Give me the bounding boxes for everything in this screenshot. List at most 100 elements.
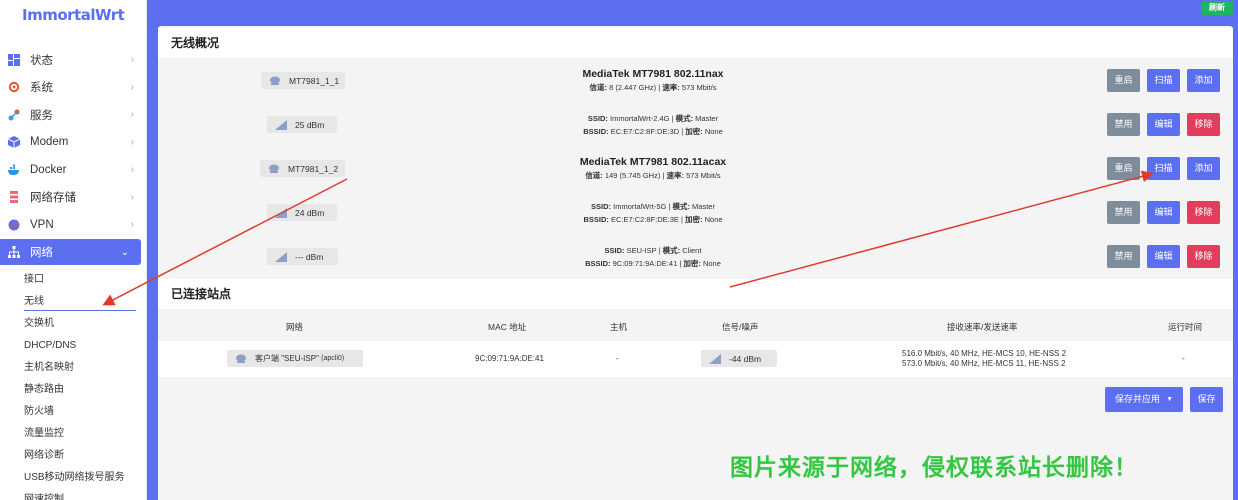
network-submenu: 接口 无线 交换机 DHCP/DNS 主机名映射 静态路由 防火墙 流量监控 网… — [0, 265, 146, 500]
disable-button[interactable]: 禁用 — [1107, 201, 1140, 224]
services-icon — [8, 109, 20, 121]
globe-icon — [8, 219, 20, 231]
chevron-right-icon: › — [130, 219, 134, 230]
column-header-network: 网络 — [286, 322, 304, 332]
interface-row: 24 dBm SSID: ImmortalWrt-5G | 模式: Master… — [158, 190, 1233, 234]
sidebar-item-label: Docker — [30, 163, 67, 176]
save-apply-button[interactable]: 保存并应用 ▼ — [1105, 387, 1183, 412]
sidebar-item-modem[interactable]: Modem › — [0, 129, 146, 157]
radio-row: MT7981_1_1 MediaTek MT7981 802.11nax 信道:… — [158, 58, 1233, 102]
column-header-mac: MAC 地址 — [488, 322, 527, 332]
column-header-rate: 接收速率/发送速率 — [947, 322, 1018, 332]
chevron-right-icon: › — [130, 109, 134, 120]
sidebar-item-label: VPN — [30, 218, 54, 231]
disable-button[interactable]: 禁用 — [1107, 113, 1140, 136]
add-button[interactable]: 添加 — [1187, 157, 1220, 180]
signal-badge: -44 dBm — [701, 350, 777, 367]
submenu-item-hostnames[interactable]: 主机名映射 — [0, 357, 146, 379]
main-panel: 无线概况 MT7981_1_1 MediaTek MT7981 802.11na… — [158, 26, 1233, 500]
submenu-item-diagnostics[interactable]: 网络诊断 — [0, 445, 146, 467]
storage-icon — [10, 191, 18, 204]
radio-badge: MT7981_1_1 — [261, 72, 345, 89]
radio-info: MediaTek MT7981 802.11nax 信道: 8 (2.447 G… — [488, 68, 818, 94]
chevron-right-icon: › — [130, 54, 134, 65]
network-icon — [8, 245, 20, 258]
radio-device-name: MediaTek MT7981 802.11nax — [582, 68, 724, 80]
chevron-down-icon: ⌄ — [120, 246, 129, 258]
submenu-item-firewall[interactable]: 防火墙 — [0, 401, 146, 423]
restart-button[interactable]: 重启 — [1107, 157, 1140, 180]
save-button[interactable]: 保存 — [1190, 387, 1223, 412]
column-header-host: 主机 — [610, 322, 628, 332]
column-header-uptime: 运行时间 — [1168, 322, 1203, 332]
signal-value: --- dBm — [295, 251, 324, 262]
scan-button[interactable]: 扫描 — [1147, 69, 1180, 92]
radio-name: MT7981_1_2 — [288, 163, 339, 174]
signal-icon — [275, 207, 287, 218]
station-uptime: - — [1182, 354, 1185, 363]
station-host: - — [616, 354, 619, 363]
sidebar-item-label: 状态 — [30, 54, 53, 67]
edit-button[interactable]: 编辑 — [1147, 113, 1180, 136]
chevron-right-icon: › — [130, 81, 134, 93]
caret-down-icon[interactable]: ▼ — [1166, 387, 1173, 412]
interface-row: 25 dBm SSID: ImmortalWrt-2.4G | 模式: Mast… — [158, 102, 1233, 146]
signal-icon — [275, 251, 287, 262]
submenu-item-switch[interactable]: 交换机 — [0, 313, 146, 335]
chevron-right-icon: › — [130, 136, 134, 148]
interface-info: SSID: ImmortalWrt-5G | 模式: Master BSSID:… — [583, 202, 723, 224]
submenu-item-wireless[interactable]: 无线 — [0, 291, 146, 313]
radio-row: MT7981_1_2 MediaTek MT7981 802.11acax 信道… — [158, 146, 1233, 190]
edit-button[interactable]: 编辑 — [1147, 201, 1180, 224]
remove-button[interactable]: 移除 — [1187, 201, 1220, 224]
disable-button[interactable]: 禁用 — [1107, 245, 1140, 268]
remove-button[interactable]: 移除 — [1187, 245, 1220, 268]
radio-info: MediaTek MT7981 802.11acax 信道: 149 (5.74… — [488, 156, 818, 182]
submenu-item-interfaces[interactable]: 接口 — [0, 269, 146, 291]
remove-button[interactable]: 移除 — [1187, 113, 1220, 136]
connected-stations-title: 已连接站点 — [158, 279, 1233, 309]
submenu-item-traffic-monitor[interactable]: 流量监控 — [0, 423, 146, 445]
sidebar-item-services[interactable]: 服务 › — [0, 101, 146, 129]
stations-table-header: 网络 MAC 地址 主机 信号/噪声 接收速率/发送速率 运行时间 — [158, 311, 1233, 341]
watermark: 图片来源于网络，侵权联系站长删除！ — [730, 455, 1138, 481]
ssid-value: ImmortalWrt-5G — [613, 202, 667, 211]
submenu-item-usb-modem[interactable]: USB移动网络拨号服务 — [0, 467, 146, 489]
sidebar-item-system[interactable]: 系统 › — [0, 74, 146, 102]
signal-badge: 25 dBm — [267, 116, 337, 133]
wireless-overview-title: 无线概况 — [158, 28, 1233, 58]
submenu-item-static-routes[interactable]: 静态路由 — [0, 379, 146, 401]
chevron-right-icon: › — [130, 191, 134, 203]
interface-info: SSID: SEU-ISP | 模式: Client BSSID: 9C:09:… — [585, 246, 721, 268]
radio-device-name: MediaTek MT7981 802.11acax — [579, 156, 727, 168]
refresh-button[interactable]: 刷新 — [1201, 1, 1233, 15]
sidebar-item-network[interactable]: 网络 ⌄ — [0, 238, 141, 265]
submenu-item-speed-control[interactable]: 网速控制 — [0, 489, 146, 500]
radio-badge: MT7981_1_2 — [260, 160, 345, 177]
restart-button[interactable]: 重启 — [1107, 69, 1140, 92]
station-tx-rate: 573.0 Mbit/s, 40 MHz, HE-MCS 11, HE-NSS … — [902, 359, 1066, 368]
chevron-right-icon: › — [130, 164, 134, 175]
main-menu: 状态 › 系统 › 服务 › Modem › Docker › 网络存储 › V… — [0, 46, 146, 500]
gear-icon — [8, 82, 20, 93]
add-button[interactable]: 添加 — [1187, 69, 1220, 92]
scan-button[interactable]: 扫描 — [1147, 157, 1180, 180]
wifi-device-icon — [268, 164, 280, 174]
sidebar-item-status[interactable]: 状态 › — [0, 46, 146, 74]
signal-value: 24 dBm — [295, 207, 325, 218]
column-header-signal: 信号/噪声 — [722, 322, 759, 332]
sidebar-item-vpn[interactable]: VPN › — [0, 211, 146, 239]
station-network-iface: (apcli0) — [321, 355, 345, 362]
sidebar-item-docker[interactable]: Docker › — [0, 156, 146, 184]
submenu-item-dhcp-dns[interactable]: DHCP/DNS — [0, 335, 146, 357]
edit-button[interactable]: 编辑 — [1147, 245, 1180, 268]
sidebar-item-label: 系统 — [30, 82, 53, 95]
ssid-value: SEU-ISP — [626, 246, 657, 255]
signal-icon — [709, 353, 721, 364]
sidebar-item-label: 网络 — [30, 246, 53, 259]
app-logo[interactable]: ImmortalWrt — [22, 6, 125, 24]
network-badge: 客户端 "SEU-ISP" (apcli0) — [227, 350, 363, 367]
sidebar-item-storage[interactable]: 网络存储 › — [0, 184, 146, 212]
ssid-value: ImmortalWrt-2.4G — [610, 114, 670, 123]
interface-row: --- dBm SSID: SEU-ISP | 模式: Client BSSID… — [158, 234, 1233, 278]
